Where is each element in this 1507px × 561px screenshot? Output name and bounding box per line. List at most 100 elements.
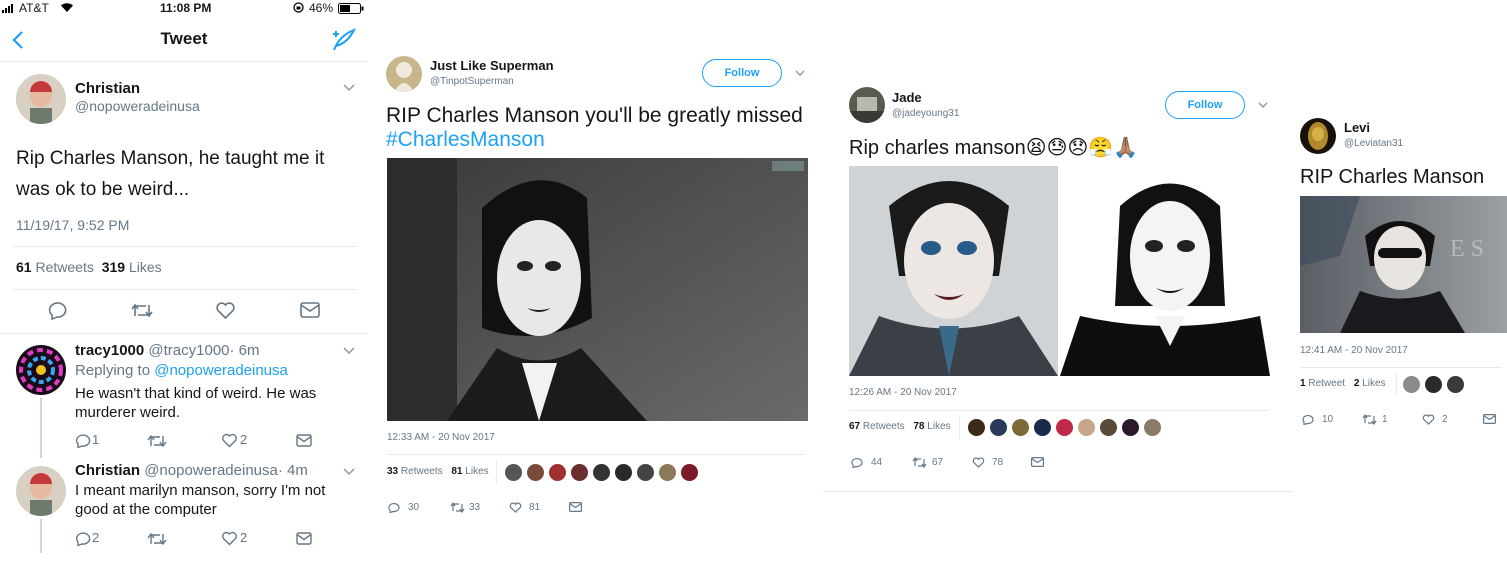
tweet-author-handle[interactable]: @TinpotSuperman [430,76,514,87]
tweet-author-name[interactable]: Just Like Superman [430,58,554,73]
tweet-avatar[interactable] [1300,118,1336,154]
liker-avatar[interactable] [967,418,986,437]
message-icon[interactable] [300,302,320,318]
follow-button[interactable]: Follow [702,59,782,87]
likes-label[interactable]: Likes [129,259,162,275]
liker-avatar[interactable] [1143,418,1162,437]
liker-avatar[interactable] [658,463,677,482]
likers-avatars[interactable] [967,418,1165,442]
likers-avatars[interactable] [504,463,702,487]
reply-avatar[interactable] [16,345,66,395]
likes-label[interactable]: Likes [1362,378,1385,389]
tweet-photo[interactable]: E S [1300,196,1507,333]
tweet-timestamp[interactable]: 11/19/17, 9:52 PM [16,217,129,233]
liker-avatar[interactable] [1121,418,1140,437]
tweet-timestamp[interactable]: 12:26 AM - 20 Nov 2017 [849,387,957,398]
reply-icon[interactable] [388,502,400,513]
reply-icon[interactable] [48,301,68,320]
tweet-author-handle[interactable]: @jadeyoung31 [892,108,959,119]
tweet-author-name[interactable]: Levi [1344,120,1370,135]
liker-avatar[interactable] [614,463,633,482]
like-icon[interactable] [1422,414,1435,425]
tweet-author-name[interactable]: Jade [892,90,922,105]
compose-icon[interactable] [330,28,356,52]
like-icon[interactable] [221,433,238,448]
caret-down-icon[interactable] [343,84,355,92]
retweet-icon[interactable] [130,302,154,319]
tweet-hashtag[interactable]: #CharlesManson [386,128,545,152]
likes-label[interactable]: Likes [927,421,950,432]
retweets-count[interactable]: 61 [16,259,32,275]
caret-down-icon[interactable] [1258,102,1268,109]
message-icon[interactable] [1483,414,1496,424]
likes-count[interactable]: 319 [102,259,125,275]
retweets-label[interactable]: Retweets [863,421,905,432]
likers-avatars[interactable] [1402,375,1468,399]
liker-avatar[interactable] [504,463,523,482]
message-icon[interactable] [296,434,312,447]
liker-avatar[interactable] [680,463,699,482]
liker-avatar[interactable] [1011,418,1030,437]
reply-icon[interactable] [75,531,91,546]
like-icon[interactable] [215,301,236,320]
liker-avatar[interactable] [989,418,1008,437]
retweet-icon[interactable] [147,434,167,448]
tweet-photo-left[interactable] [849,166,1058,376]
follow-button[interactable]: Follow [1165,91,1245,119]
tweet-avatar[interactable] [849,87,885,123]
message-icon[interactable] [1031,457,1044,467]
likes-label[interactable]: Likes [465,466,488,477]
reply-icon[interactable] [1302,414,1314,425]
reply-author-name[interactable]: Christian [75,462,140,479]
likes-count[interactable]: 81 [451,466,462,477]
tweet-avatar[interactable] [386,56,422,92]
reply-author-handle[interactable]: @tracy1000 [148,342,229,359]
retweets-label[interactable]: Retweets [401,466,443,477]
liker-avatar[interactable] [1099,418,1118,437]
reply-icon[interactable] [75,433,91,448]
liker-avatar[interactable] [592,463,611,482]
like-icon[interactable] [509,502,522,513]
tweet-photo-right[interactable] [1060,166,1270,376]
liker-avatar[interactable] [570,463,589,482]
reply-author-name[interactable]: tracy1000 [75,342,144,359]
message-icon[interactable] [296,532,312,545]
retweets-label[interactable]: Retweets [35,259,93,275]
caret-down-icon[interactable] [343,347,355,355]
liker-avatar[interactable] [526,463,545,482]
liker-avatar[interactable] [1402,375,1421,394]
replying-to-handle[interactable]: @nopoweradeinusa [154,362,288,379]
liker-avatar[interactable] [1055,418,1074,437]
caret-down-icon[interactable] [795,70,805,77]
retweets-count[interactable]: 33 [387,466,398,477]
retweets-count[interactable]: 1 [1300,378,1306,389]
like-icon[interactable] [221,531,238,546]
reply-icon[interactable] [851,457,863,468]
retweet-icon[interactable] [1362,414,1377,425]
liker-avatar[interactable] [636,463,655,482]
retweet-icon[interactable] [450,502,465,513]
tweet-photo[interactable] [387,158,808,421]
tweet-avatar[interactable] [16,74,66,124]
liker-avatar[interactable] [1424,375,1443,394]
liker-avatar[interactable] [1446,375,1465,394]
reply-author-handle[interactable]: @nopoweradeinusa [144,462,278,479]
liker-avatar[interactable] [1077,418,1096,437]
tweet-author-handle[interactable]: @Leviatan31 [1344,138,1403,149]
liker-avatar[interactable] [1033,418,1052,437]
likes-count[interactable]: 78 [913,421,924,432]
reply-avatar[interactable] [16,466,66,516]
liker-avatar[interactable] [548,463,567,482]
like-icon[interactable] [972,457,985,468]
tweet-author-handle[interactable]: @nopoweradeinusa [75,98,200,114]
caret-down-icon[interactable] [343,468,355,476]
likes-count[interactable]: 2 [1354,378,1360,389]
retweet-icon[interactable] [147,532,167,546]
tweet-timestamp[interactable]: 12:33 AM - 20 Nov 2017 [387,432,495,443]
tweet-timestamp[interactable]: 12:41 AM - 20 Nov 2017 [1300,345,1408,356]
retweets-label[interactable]: Retweet [1308,378,1345,389]
message-icon[interactable] [569,502,582,512]
retweet-icon[interactable] [912,457,927,468]
retweets-count[interactable]: 67 [849,421,860,432]
tweet-author-name[interactable]: Christian [75,80,140,97]
